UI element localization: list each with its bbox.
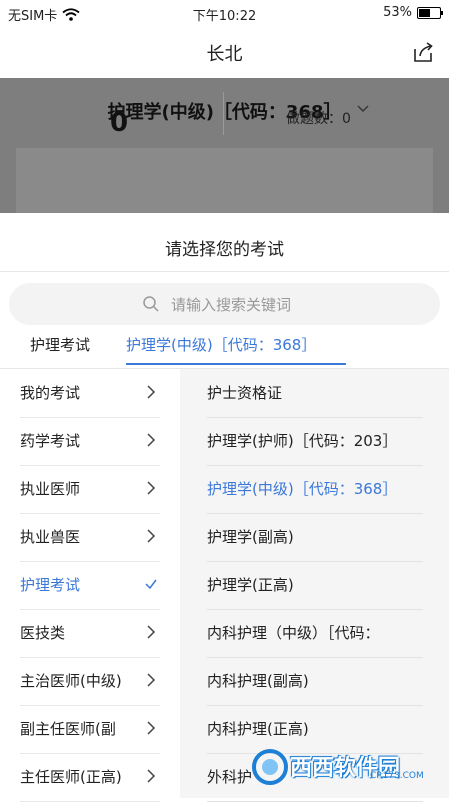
exam-item[interactable]: 护理学(护师)［代码：203］ bbox=[207, 417, 423, 466]
exam-label: 外科护 bbox=[207, 768, 253, 786]
category-item[interactable]: 药学考试 bbox=[20, 417, 160, 466]
search-input[interactable] bbox=[169, 292, 413, 318]
nav-bar: 长北 bbox=[0, 26, 449, 78]
exam-item[interactable]: 护理学(中级)［代码：368］ bbox=[207, 465, 423, 514]
category-item[interactable]: 主任医师(正高) bbox=[20, 753, 160, 802]
category-item[interactable]: 主治医师(中级) bbox=[20, 657, 160, 706]
category-label: 主治医师(中级) bbox=[20, 672, 122, 690]
share-icon[interactable] bbox=[411, 40, 435, 64]
category-item[interactable]: 副主任医师(副 bbox=[20, 705, 160, 754]
chevron-down-icon bbox=[357, 105, 369, 112]
exam-label: 护士资格证 bbox=[207, 384, 283, 402]
watermark-logo: 西西软件园 CR173.COM bbox=[250, 745, 440, 789]
chevron-right-icon bbox=[147, 625, 156, 639]
exam-item[interactable]: 护士资格证 bbox=[207, 369, 423, 418]
current-exam-title: 护理学(中级)［代码：368］ bbox=[107, 102, 342, 123]
chevron-right-icon bbox=[147, 433, 156, 447]
status-bar: 无SIM卡 下午10:22 53% bbox=[0, 0, 449, 26]
exam-picker-sheet: 请选择您的考试 护理考试 护理学(中级)［代码：368］ 我的考试药学考试执业医… bbox=[0, 213, 449, 802]
category-list: 我的考试药学考试执业医师执业兽医护理考试医技类主治医师(中级) 副主任医师(副 主任… bbox=[0, 369, 180, 802]
category-item[interactable]: 医技类 bbox=[20, 609, 160, 658]
category-label: 执业兽医 bbox=[20, 528, 81, 546]
exam-item[interactable]: 护理学(正高) bbox=[207, 561, 423, 610]
category-item[interactable]: 执业医师 bbox=[20, 465, 160, 514]
exam-item[interactable]: 内科护理(副高) bbox=[207, 657, 423, 706]
exam-list: 护士资格证护理学(护师)［代码：203］ 护理学(中级)［代码：368］ 护理学(副… bbox=[180, 369, 449, 802]
category-item[interactable]: 执业兽医 bbox=[20, 513, 160, 562]
chevron-right-icon bbox=[147, 385, 156, 399]
status-time: 下午10:22 bbox=[192, 9, 257, 24]
stats-card bbox=[16, 148, 433, 213]
stat-number: 0 bbox=[110, 108, 129, 138]
exam-label: 内科护理(副高) bbox=[207, 672, 309, 690]
exam-item[interactable]: 内科护理（中级）［代码： bbox=[207, 609, 423, 658]
watermark-subtext: CR173.COM bbox=[370, 771, 424, 781]
chevron-right-icon bbox=[147, 481, 156, 495]
sheet-title: 请选择您的考试 bbox=[165, 240, 284, 260]
watermark-emblem-icon bbox=[252, 749, 288, 785]
stats-divider bbox=[223, 92, 224, 135]
page-title: 长北 bbox=[206, 44, 243, 65]
category-label: 主任医师(正高) bbox=[20, 768, 122, 786]
exam-label: 护理学(护师)［代码：203］ bbox=[207, 432, 398, 450]
category-label: 药学考试 bbox=[20, 432, 81, 450]
check-icon bbox=[145, 579, 157, 590]
category-label: 副主任医师(副 bbox=[20, 720, 116, 738]
exam-label: 护理学(中级)［代码：368］ bbox=[207, 480, 398, 498]
chevron-right-icon bbox=[147, 769, 156, 783]
battery-icon bbox=[417, 6, 443, 19]
tab-nursing-exam[interactable]: 护理考试 bbox=[30, 335, 90, 367]
status-right: 53% bbox=[383, 5, 443, 20]
exam-label: 内科护理（中级）［代码： bbox=[207, 624, 380, 642]
breadcrumb-tabs: 护理考试 护理学(中级)［代码：368］ bbox=[0, 333, 449, 369]
search-bar[interactable] bbox=[9, 283, 440, 325]
category-item[interactable]: 护理考试 bbox=[20, 561, 160, 610]
category-label: 我的考试 bbox=[20, 384, 81, 402]
category-item[interactable]: 我的考试 bbox=[20, 369, 160, 418]
divider bbox=[0, 271, 449, 272]
exam-label: 护理学(正高) bbox=[207, 576, 294, 594]
chevron-right-icon bbox=[147, 721, 156, 735]
category-label: 护理考试 bbox=[20, 576, 81, 594]
exam-label: 内科护理(正高) bbox=[207, 720, 309, 738]
chevron-right-icon bbox=[147, 673, 156, 687]
battery-percent: 53% bbox=[383, 5, 412, 20]
tab-underline bbox=[126, 363, 346, 365]
question-count: 做题数：0 bbox=[286, 111, 351, 127]
category-label: 医技类 bbox=[20, 624, 66, 642]
exam-label: 护理学(副高) bbox=[207, 528, 294, 546]
search-icon bbox=[143, 296, 159, 312]
category-label: 执业医师 bbox=[20, 480, 81, 498]
dimmed-background: 护理学(中级)［代码：368］ bbox=[0, 78, 449, 213]
exam-item[interactable]: 护理学(副高) bbox=[207, 513, 423, 562]
chevron-right-icon bbox=[147, 529, 156, 543]
